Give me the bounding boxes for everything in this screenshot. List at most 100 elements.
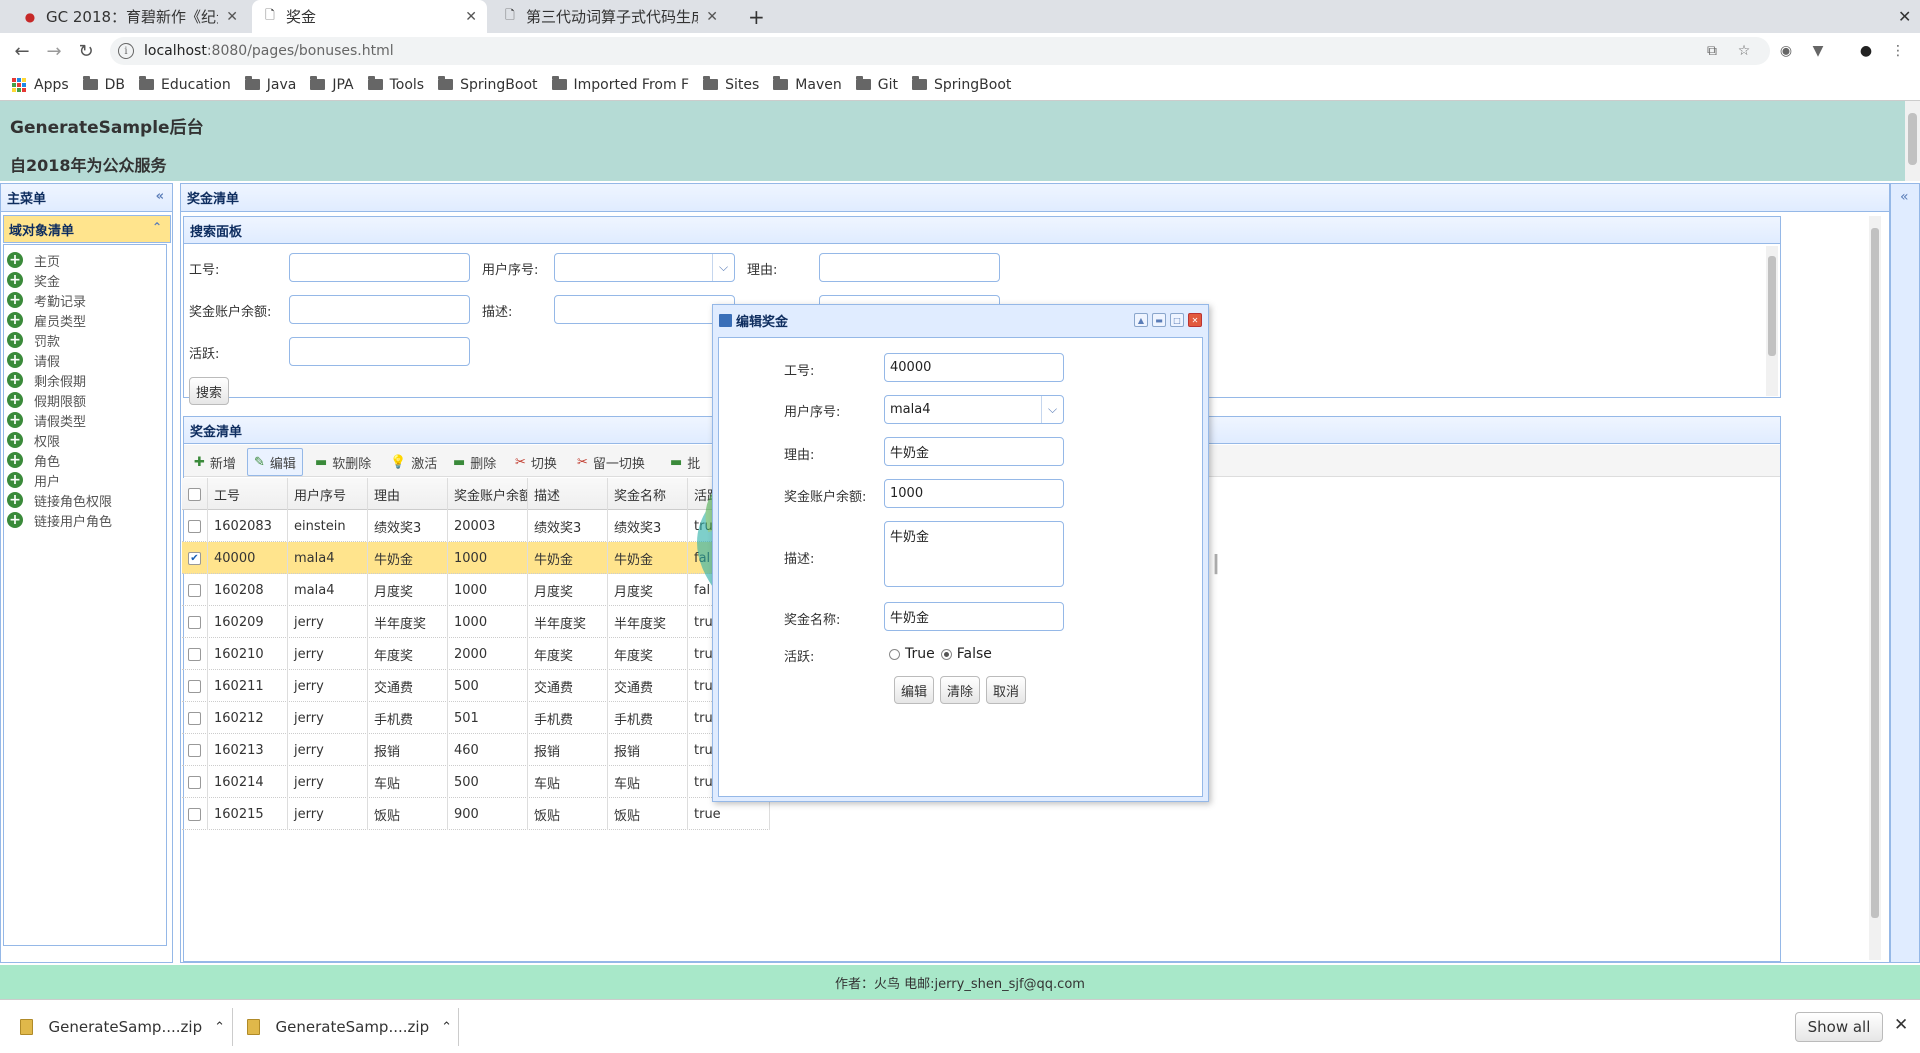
add-button[interactable]: ✚ 新增 (188, 448, 242, 476)
row-checkbox[interactable] (188, 679, 201, 693)
collapse-up-icon[interactable]: ⌃ (152, 220, 162, 234)
table-row[interactable]: 160214 jerry 车贴 500 车贴 车贴 tru (182, 766, 770, 798)
expand-right-icon[interactable]: « (1900, 189, 1909, 205)
table-row[interactable]: 160208 mala4 月度奖 1000 月度奖 月度奖 fal (182, 574, 770, 606)
scrollbar-thumb[interactable] (1871, 228, 1879, 918)
menu-item[interactable]: + 用户 (7, 470, 60, 490)
extension-icon[interactable]: ◉ (1776, 41, 1796, 61)
menu-item[interactable]: + 剩余假期 (7, 370, 86, 390)
row-checkbox[interactable] (188, 711, 201, 725)
browser-tab[interactable]: 🗋 第三代动词算子式代码生成 ✕ (492, 0, 728, 33)
column-header[interactable]: 描述 (528, 478, 608, 510)
menu-item[interactable]: + 请假类型 (7, 410, 86, 430)
menu-item[interactable]: + 雇员类型 (7, 310, 86, 330)
browser-tab-active[interactable]: 🗋 奖金 ✕ (252, 0, 487, 33)
column-header[interactable]: 工号 (208, 478, 288, 510)
search-balance-input[interactable] (289, 295, 470, 324)
toggle-one-button[interactable]: ✂ 留一切换 (571, 448, 651, 476)
extension-v-icon[interactable]: ▼ (1808, 41, 1828, 61)
column-header[interactable]: 理由 (368, 478, 448, 510)
menu-icon[interactable]: ⋮ (1888, 41, 1908, 61)
bookmark-folder[interactable]: DB (82, 76, 125, 93)
menu-item[interactable]: + 请假 (7, 350, 60, 370)
scrollbar-thumb[interactable] (1768, 256, 1776, 356)
row-checkbox[interactable] (188, 647, 201, 661)
menu-item[interactable]: + 奖金 (7, 270, 60, 290)
search-scrollbar[interactable] (1766, 246, 1778, 396)
bookmark-folder[interactable]: Imported From F (551, 76, 689, 93)
chevron-down-icon[interactable]: ⌵ (712, 254, 734, 281)
delete-button[interactable]: ▬ 删除 (447, 448, 502, 476)
close-download-bar-icon[interactable]: ✕ (1894, 1015, 1908, 1035)
chevron-up-icon[interactable]: ⌃ (441, 1020, 452, 1035)
menu-item[interactable]: + 考勤记录 (7, 290, 86, 310)
search-button[interactable]: 搜索 (189, 377, 229, 405)
url-input[interactable]: i localhost:8080/pages/bonuses.html (110, 37, 1770, 65)
menu-item[interactable]: + 假期限额 (7, 390, 86, 410)
bookmark-folder[interactable]: Maven (773, 76, 842, 93)
bookmark-folder[interactable]: SpringBoot (438, 76, 538, 93)
row-checkbox[interactable] (188, 583, 201, 597)
bookmark-folder[interactable]: SpringBoot (911, 76, 1011, 93)
table-row[interactable]: 160210 jerry 年度奖 2000 年度奖 年度奖 tru (182, 638, 770, 670)
row-checkbox[interactable] (188, 743, 201, 757)
close-icon[interactable]: ✕ (706, 9, 718, 25)
search-user-select[interactable]: ⌵ (554, 253, 735, 282)
table-row[interactable]: 160211 jerry 交通费 500 交通费 交通费 tru (182, 670, 770, 702)
bookmark-folder[interactable]: Education (139, 76, 231, 93)
bookmark-folder[interactable]: Java (244, 76, 296, 93)
collapse-icon[interactable]: ▲ (1134, 313, 1148, 327)
search-desc-input[interactable] (554, 295, 735, 324)
user-seq-select[interactable]: mala4 ⌵ (884, 395, 1064, 424)
menu-item[interactable]: + 链接用户角色 (7, 510, 112, 530)
profile-icon[interactable]: ● (1856, 41, 1876, 61)
info-icon[interactable]: i (118, 43, 134, 59)
close-icon[interactable]: ✕ (465, 9, 477, 25)
menu-item[interactable]: + 主页 (7, 250, 60, 270)
search-active-input[interactable] (289, 337, 470, 366)
activate-button[interactable]: 💡 激活 (384, 448, 443, 476)
reason-input[interactable]: 牛奶金 (884, 437, 1064, 466)
table-row[interactable]: 160215 jerry 饭贴 900 饭贴 饭贴 true (182, 798, 770, 830)
new-tab-button[interactable]: + (738, 0, 768, 33)
balance-input[interactable]: 1000 (884, 479, 1064, 508)
search-emp-input[interactable] (289, 253, 470, 282)
menu-item[interactable]: + 角色 (7, 450, 60, 470)
batch-button[interactable]: ▬ 批 (664, 448, 706, 476)
row-checkbox[interactable] (188, 519, 201, 533)
bonus-name-input[interactable]: 牛奶金 (884, 602, 1064, 631)
menu-item[interactable]: + 罚款 (7, 330, 60, 350)
page-scrollbar[interactable] (1905, 101, 1920, 181)
desc-textarea[interactable]: 牛奶金 (884, 521, 1064, 587)
show-all-button[interactable]: Show all (1795, 1012, 1883, 1042)
clear-button[interactable]: 清除 (940, 676, 980, 704)
column-header[interactable]: 用户序号 (288, 478, 368, 510)
collapse-left-icon[interactable]: « (156, 189, 164, 204)
download-item[interactable]: GenerateSamp....zip ⌃ (20, 1010, 225, 1044)
edit-submit-button[interactable]: 编辑 (894, 676, 934, 704)
row-checkbox[interactable] (188, 807, 201, 821)
column-header[interactable]: 奖金名称 (608, 478, 688, 510)
maximize-icon[interactable]: □ (1170, 313, 1184, 327)
table-row[interactable]: 160212 jerry 手机费 501 手机费 手机费 tru (182, 702, 770, 734)
emp-no-input[interactable]: 40000 (884, 353, 1064, 382)
toggle-button[interactable]: ✂ 切换 (509, 448, 563, 476)
main-scrollbar[interactable] (1869, 216, 1881, 960)
row-checkbox[interactable] (188, 615, 201, 629)
download-item[interactable]: GenerateSamp....zip ⌃ (247, 1010, 452, 1044)
select-all-checkbox[interactable] (188, 487, 201, 501)
menu-item[interactable]: + 链接角色权限 (7, 490, 112, 510)
table-row[interactable]: ✔ 40000 mala4 牛奶金 1000 牛奶金 牛奶金 fal (182, 542, 770, 574)
reload-icon[interactable]: ↻ (72, 37, 100, 65)
chevron-down-icon[interactable]: ⌵ (1041, 396, 1063, 423)
minimize-icon[interactable]: ▬ (1152, 313, 1166, 327)
bookmark-folder[interactable]: Git (855, 76, 898, 93)
radio-false[interactable] (940, 648, 952, 660)
soft-delete-button[interactable]: ▬ 软删除 (309, 448, 377, 476)
column-header[interactable]: 奖金账户余额 (448, 478, 528, 510)
bookmark-folder[interactable]: JPA (310, 76, 354, 93)
row-checkbox[interactable] (188, 775, 201, 789)
table-row[interactable]: 160213 jerry 报销 460 报销 报销 tru (182, 734, 770, 766)
close-icon[interactable]: ✕ (1188, 313, 1202, 327)
accordion-header[interactable]: 域对象清单 ⌃ (3, 215, 171, 243)
